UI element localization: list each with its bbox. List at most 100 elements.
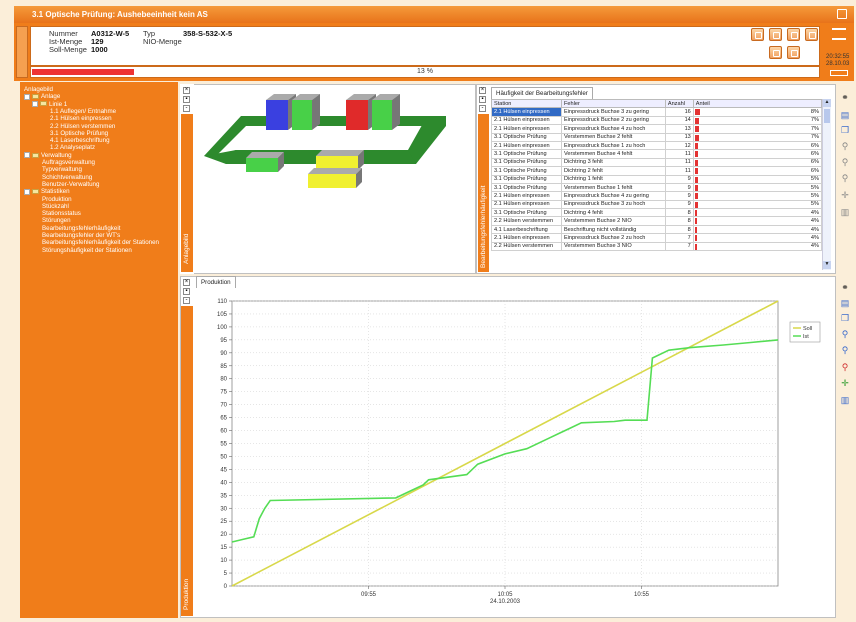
chart-copy-icon[interactable]: ❐ — [840, 313, 850, 323]
tree-expander-icon[interactable] — [24, 152, 30, 159]
column-header[interactable]: Fehler — [560, 99, 666, 109]
error-table-close-icon[interactable]: × — [479, 87, 486, 94]
station-cell: 2.1 Hülsen einpressen — [491, 233, 562, 243]
export-icon[interactable]: ▥ — [840, 207, 850, 217]
chart-export-icon[interactable]: ▥ — [840, 395, 850, 405]
error-table-pin-icon[interactable]: ▪ — [479, 96, 486, 103]
anteil-cell: 4% — [692, 233, 822, 243]
table-row[interactable]: 3.1 Optische Prüfung Verstemmen Buchse 4 … — [491, 149, 822, 159]
table-row[interactable]: 3.1 Optische Prüfung Verstemmen Buchse 1 … — [491, 182, 822, 193]
tree-item[interactable]: Verwaltung — [24, 152, 72, 159]
copy-icon[interactable]: ❐ — [840, 125, 850, 135]
fehler-cell: Dichtring 4 fehlt — [560, 208, 666, 218]
production-pin-icon[interactable]: ▪ — [183, 288, 190, 295]
tree-item[interactable]: Bearbeitungsfehlerhäufigkeit — [42, 225, 120, 232]
tree-item[interactable]: Auftragsverwaltung — [42, 159, 95, 166]
anlagebild-close-icon[interactable]: × — [183, 87, 190, 94]
error-table-scrollbar[interactable]: ▲ ▼ — [822, 99, 831, 270]
production-close-icon[interactable]: × — [183, 279, 190, 286]
zoom-out-icon[interactable]: ⚲ — [840, 157, 850, 167]
tree-item[interactable]: Linie 1 — [32, 101, 67, 108]
column-header[interactable]: Anteil — [692, 99, 822, 109]
tree-item[interactable]: Bearbeitungsfehler der WT's — [42, 232, 120, 239]
table-row[interactable]: 3.1 Optische Prüfung Dichtring 1 fehlt 9 5% — [491, 174, 822, 184]
clock-date: 28.10.03 — [826, 61, 850, 67]
tree-item[interactable]: Schichtverwaltung — [42, 174, 92, 181]
tree-item[interactable]: Anlagebild — [24, 86, 53, 93]
table-row[interactable]: 2.1 Hülsen einpressen Einpressdruck Buchs… — [491, 107, 822, 117]
column-header[interactable]: Station — [491, 99, 562, 109]
scroll-thumb[interactable] — [824, 109, 830, 123]
tree-item[interactable]: Störungen — [42, 217, 71, 224]
tree-item[interactable]: Benutzer-Verwaltung — [42, 181, 99, 188]
table-row[interactable]: 2.1 Hülsen einpressen Einpressdruck Buchs… — [491, 199, 822, 210]
table-row[interactable]: 3.1 Optische Prüfung Verstemmen Buchse 2 … — [491, 132, 822, 142]
tab-error-frequency[interactable]: Häufigkeit der Bearbeitungsfehler — [491, 87, 593, 99]
tree-item[interactable]: Bearbeitungsfehlerhäufigkeit der Station… — [42, 239, 159, 246]
zoom-reset-icon[interactable]: ⚲ — [840, 173, 850, 183]
folder-icon — [32, 152, 39, 158]
table-row[interactable]: 4.1 Laserbeschriftung Beschriftung nicht … — [491, 224, 822, 235]
tree-item[interactable]: Anlage — [24, 93, 60, 100]
table-row[interactable]: 2.1 Hülsen einpressen Einpressdruck Buchs… — [491, 115, 822, 126]
table-row[interactable]: 2.1 Hülsen einpressen Einpressdruck Buchs… — [491, 233, 822, 243]
y-tick-label: 70 — [220, 403, 227, 409]
tree-item-label: 2.1 Hülsen einpressen — [50, 115, 112, 123]
tree-item[interactable]: Statistiken — [24, 188, 70, 195]
anlagebild-pin-icon[interactable]: ▪ — [183, 96, 190, 103]
chart-print-icon[interactable]: ▤ — [840, 298, 850, 308]
tree-item[interactable]: Stückzahl — [42, 203, 69, 210]
x-tick-label: 09:55 — [361, 592, 377, 598]
tree-expander-icon[interactable] — [24, 188, 30, 195]
table-row[interactable]: 2.2 Hülsen verstemmen Verstemmen Buchse 3… — [491, 241, 822, 252]
scroll-up-icon[interactable]: ▲ — [823, 99, 831, 107]
chart-zoom-out-icon[interactable]: ⚲ — [840, 345, 850, 355]
chart-binoculars-icon[interactable]: ⚭ — [840, 282, 850, 292]
x-tick-label: 10:05 — [497, 592, 513, 598]
production-minimize-icon[interactable]: - — [183, 297, 190, 304]
tree-expander-icon[interactable] — [32, 100, 38, 107]
binoculars-icon[interactable]: ⚭ — [840, 92, 850, 102]
tree-item[interactable]: Störungshäufigkeit der Stationen — [42, 247, 132, 254]
error-table-minimize-icon[interactable]: - — [479, 105, 486, 112]
window-restore-button[interactable] — [837, 9, 847, 19]
table-row[interactable]: 2.2 Hülsen verstemmen Verstemmen Buchse 2… — [491, 216, 822, 226]
header-button-5[interactable] — [769, 46, 782, 59]
tree-item[interactable]: Stationsstatus — [42, 210, 81, 217]
header-button-3[interactable] — [787, 28, 800, 41]
print-icon[interactable]: ▤ — [840, 110, 850, 120]
chart-zoom-in-icon[interactable]: ⚲ — [840, 329, 850, 339]
tree-item[interactable]: 2.2 Hülsen verstemmen — [50, 123, 115, 130]
tree-item[interactable]: 4.1 Laserbeschriftung — [50, 137, 110, 144]
anzahl-cell: 11 — [664, 157, 694, 168]
tree-item[interactable]: 1.1 Auflegen/ Entnahme — [50, 108, 116, 115]
chart-zoom-reset-icon[interactable]: ⚲ — [840, 362, 850, 372]
table-row[interactable]: 2.1 Hülsen einpressen Einpressdruck Buchs… — [491, 124, 822, 134]
table-row[interactable]: 3.1 Optische Prüfung Dichtring 3 fehlt 11 6… — [491, 157, 822, 168]
tab-produktion[interactable]: Produktion — [196, 276, 236, 288]
chart-move-icon[interactable]: ✛ — [840, 378, 850, 388]
table-row[interactable]: 2.1 Hülsen einpressen Einpressdruck Buchs… — [491, 191, 822, 201]
header-button-2[interactable] — [769, 28, 782, 41]
tree-item[interactable]: 1.2 Analyseplatz — [50, 144, 95, 151]
anlagebild-minimize-icon[interactable]: - — [183, 105, 190, 112]
tree-item[interactable]: 2.1 Hülsen einpressen — [50, 115, 112, 122]
anzahl-cell: 7 — [664, 241, 694, 252]
table-row[interactable]: 3.1 Optische Prüfung Dichtring 4 fehlt 8 4% — [491, 208, 822, 218]
fehler-cell: Einpressdruck Buchse 4 zu hoch — [560, 124, 666, 134]
header-button-4[interactable] — [805, 28, 818, 41]
y-tick-label: 85 — [220, 364, 227, 370]
header-button-6[interactable] — [787, 46, 800, 59]
header-button-1[interactable] — [751, 28, 764, 41]
table-row[interactable]: 3.1 Optische Prüfung Dichtring 2 fehlt 11 6… — [491, 166, 822, 176]
move-icon[interactable]: ✛ — [840, 190, 850, 200]
table-row[interactable]: 2.1 Hülsen einpressen Einpressdruck Buchs… — [491, 140, 822, 151]
column-header[interactable]: Anzahl — [664, 99, 694, 109]
tree-item[interactable]: Typverwaltung — [42, 166, 82, 173]
zoom-in-icon[interactable]: ⚲ — [840, 141, 850, 151]
tree-item[interactable]: 3.1 Optische Prüfung — [50, 130, 108, 137]
tree-item[interactable]: Produktion — [42, 196, 72, 203]
tree-expander-icon[interactable] — [24, 93, 30, 100]
menu-icon[interactable] — [832, 28, 846, 40]
scroll-down-icon[interactable]: ▼ — [823, 261, 831, 269]
